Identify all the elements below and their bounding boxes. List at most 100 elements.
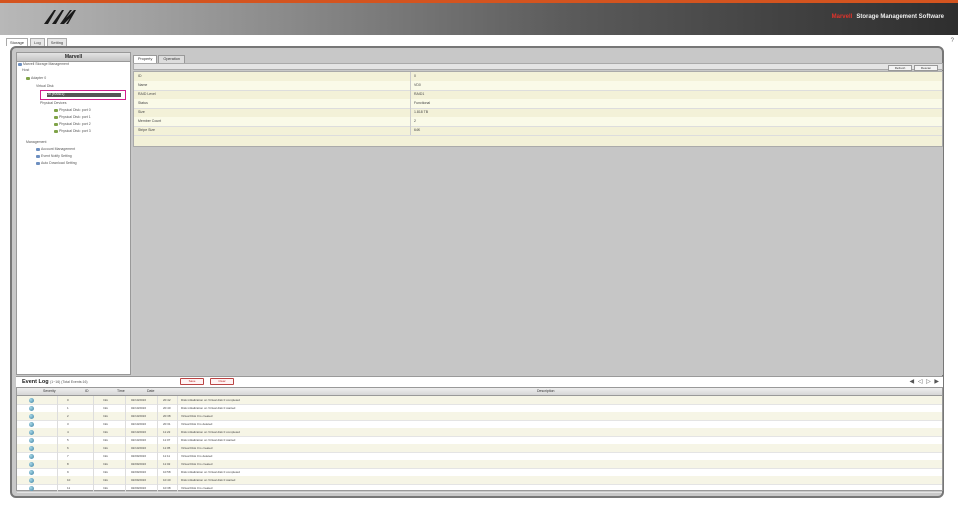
save-log-button[interactable]: Save bbox=[180, 378, 204, 385]
cell-severity: Info bbox=[103, 478, 109, 482]
cell-severity: Info bbox=[103, 422, 109, 426]
tree-item-physical-devices[interactable]: Physical Devices bbox=[40, 101, 66, 106]
tree-item-host[interactable]: Host bbox=[22, 68, 29, 73]
column-divider bbox=[177, 436, 178, 444]
column-divider bbox=[93, 452, 94, 460]
event-log-table: Severity ID Time Date Description 0 Info 0… bbox=[16, 387, 943, 493]
tab-property[interactable]: Property bbox=[133, 55, 158, 63]
event-log-table-header: Severity ID Time Date Description bbox=[17, 388, 942, 396]
tree-item-pd0[interactable]: Physical Disk: port 0 bbox=[54, 108, 91, 113]
disk-icon bbox=[54, 115, 58, 119]
cell-date: 02/09/2016 bbox=[131, 462, 147, 466]
adapter-icon bbox=[26, 76, 30, 80]
column-divider bbox=[177, 404, 178, 412]
tree-item-virtual-disk[interactable]: Virtual Disk bbox=[36, 84, 54, 89]
detail-empty-area bbox=[133, 147, 943, 375]
column-divider bbox=[157, 468, 158, 476]
tab-operation[interactable]: Operation bbox=[158, 55, 186, 63]
tree-item-account[interactable]: Account Management bbox=[36, 147, 75, 152]
event-log-title: Event Log (1~16) (Total Events:16) bbox=[22, 379, 88, 385]
cell-date: 02/10/2016 bbox=[131, 430, 147, 434]
column-divider bbox=[57, 404, 58, 412]
column-divider bbox=[93, 396, 94, 404]
tree-item-pd2[interactable]: Physical Disk: port 2 bbox=[54, 122, 91, 127]
page-nav-icons[interactable]: ◀ ◁ ▷ ▶ bbox=[910, 378, 940, 385]
cell-time: 10:58 bbox=[163, 470, 171, 474]
tree-item-pd1[interactable]: Physical Disk: port 1 bbox=[54, 115, 91, 120]
help-icon[interactable]: ? bbox=[951, 38, 954, 44]
column-divider bbox=[57, 484, 58, 492]
cell-description: Virtual Disk 0 is deleted bbox=[181, 454, 213, 458]
cell-date: 02/10/2016 bbox=[131, 414, 147, 418]
col-time[interactable]: Time bbox=[117, 388, 125, 395]
cell-time: 11:02 bbox=[163, 462, 171, 466]
cell-time: 20:31 bbox=[163, 422, 171, 426]
column-divider bbox=[177, 412, 178, 420]
cell-id: 4 bbox=[67, 430, 69, 434]
cell-description: Virtual Disk 0 is created bbox=[181, 446, 213, 450]
tree-item-auto-download[interactable]: Auto Download Setting bbox=[36, 161, 77, 166]
col-description[interactable]: Description bbox=[537, 388, 555, 395]
column-divider bbox=[93, 476, 94, 484]
col-severity[interactable]: Severity bbox=[43, 388, 56, 395]
disk-icon bbox=[54, 122, 58, 126]
column-divider bbox=[125, 460, 126, 468]
cell-date: 02/10/2016 bbox=[131, 438, 147, 442]
tab-setting[interactable]: Setting bbox=[46, 38, 68, 46]
column-divider bbox=[125, 452, 126, 460]
property-grid: ID 0 Name VD0 RAID Level RAID1 Status Functi… bbox=[133, 71, 943, 147]
tab-log[interactable]: Log bbox=[30, 38, 45, 46]
cell-id: 2 bbox=[67, 414, 69, 418]
column-divider bbox=[125, 468, 126, 476]
navigation-tree-panel: Marvell bbox=[16, 52, 131, 375]
column-divider bbox=[125, 412, 126, 420]
disk-icon bbox=[54, 108, 58, 112]
tab-storage[interactable]: Storage bbox=[6, 38, 29, 46]
brand-title: Marvell Storage Management Software bbox=[832, 14, 944, 20]
cell-id: 9 bbox=[67, 470, 69, 474]
col-id[interactable]: ID bbox=[85, 388, 89, 395]
tree-item-management[interactable]: Management bbox=[26, 140, 46, 145]
column-divider bbox=[93, 468, 94, 476]
column-divider bbox=[157, 460, 158, 468]
cell-description: Disk initialization on Virtual disk 0 st… bbox=[181, 438, 236, 442]
column-divider bbox=[57, 436, 58, 444]
cell-description: Disk initialization on Virtual disk 0 st… bbox=[181, 406, 236, 410]
column-divider bbox=[93, 484, 94, 492]
col-date[interactable]: Date bbox=[147, 388, 154, 395]
column-divider bbox=[177, 420, 178, 428]
cell-severity: Info bbox=[103, 454, 109, 458]
tree-item-adapter[interactable]: Adapter 0 bbox=[26, 76, 46, 81]
cell-time: 10:38 bbox=[163, 486, 171, 490]
cell-severity: Info bbox=[103, 446, 109, 450]
info-icon bbox=[29, 469, 34, 475]
info-icon bbox=[29, 477, 34, 483]
cell-time: 20:38 bbox=[163, 414, 171, 418]
column-divider bbox=[57, 412, 58, 420]
cell-id: 7 bbox=[67, 454, 69, 458]
column-divider bbox=[93, 460, 94, 468]
cell-severity: Info bbox=[103, 414, 109, 418]
tree-item-pd3[interactable]: Physical Disk: port 3 bbox=[54, 129, 91, 134]
brand-subtitle: Storage Management Software bbox=[856, 14, 944, 20]
column-divider bbox=[57, 396, 58, 404]
info-icon bbox=[29, 429, 34, 435]
tree-item-event-notify[interactable]: Event Notify Setting bbox=[36, 154, 72, 159]
column-divider bbox=[177, 396, 178, 404]
cell-id: 6 bbox=[67, 446, 69, 450]
cell-description: Virtual Disk 0 is created bbox=[181, 462, 213, 466]
tree-item-root[interactable]: Marvell Storage Management bbox=[18, 62, 69, 67]
clear-log-button[interactable]: Clear bbox=[210, 378, 234, 385]
company-logo bbox=[44, 10, 76, 24]
cell-severity: Info bbox=[103, 398, 109, 402]
table-row[interactable]: 11 Info 02/09/2016 10:38 Virtual Disk 0 is c… bbox=[17, 484, 942, 493]
cell-severity: Info bbox=[103, 406, 109, 410]
cell-severity: Info bbox=[103, 486, 109, 490]
column-divider bbox=[157, 476, 158, 484]
info-icon bbox=[29, 437, 34, 443]
event-log-count: (1~16) (Total Events:16) bbox=[50, 380, 88, 384]
column-divider bbox=[125, 484, 126, 492]
info-icon bbox=[29, 445, 34, 451]
cell-id: 11 bbox=[67, 486, 71, 490]
column-divider bbox=[93, 428, 94, 436]
